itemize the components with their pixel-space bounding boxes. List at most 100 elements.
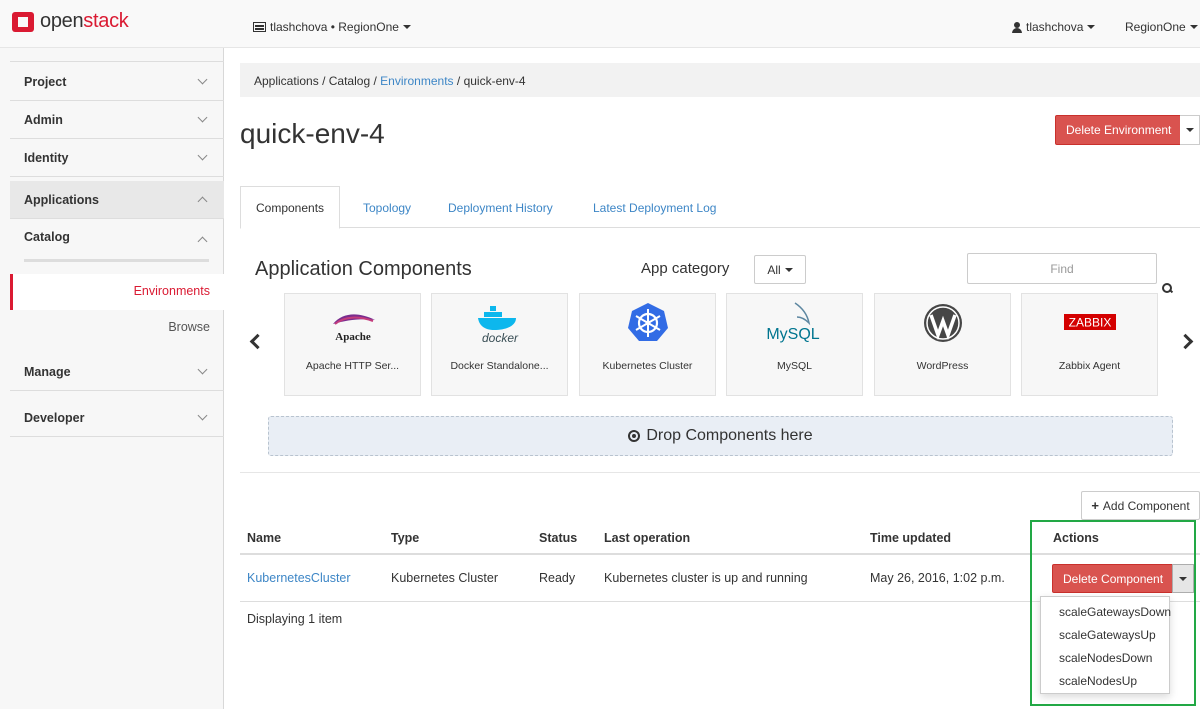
apache-feather-icon: Apache	[285, 302, 420, 344]
table-footer-count: Displaying 1 item	[247, 612, 343, 626]
kubernetes-helm-icon	[580, 302, 715, 344]
sidebar-item-applications[interactable]: Applications	[10, 181, 224, 219]
chevron-down-icon	[197, 364, 208, 375]
delete-component-button[interactable]: Delete Component	[1052, 564, 1175, 593]
user-icon	[1012, 21, 1022, 33]
app-tile-apache[interactable]: Apache Apache HTTP Ser...	[284, 293, 421, 396]
component-type: Kubernetes Cluster	[391, 571, 499, 585]
tab-deployment-history[interactable]: Deployment History	[448, 186, 553, 228]
menu-item-scale-nodes-up[interactable]: scaleNodesUp	[1041, 670, 1169, 693]
sidebar: Project Admin Identity Applications Cata…	[0, 48, 224, 709]
column-header-time-updated[interactable]: Time updated	[870, 531, 951, 545]
sidebar-item-browse[interactable]: Browse	[10, 320, 224, 340]
app-tile-label: Docker Standalone...	[450, 360, 549, 372]
plus-icon: +	[1091, 498, 1099, 513]
chevron-up-icon	[197, 236, 208, 247]
carousel-prev-icon[interactable]	[248, 333, 262, 349]
app-tile-label: MySQL	[776, 360, 812, 372]
app-tile-docker[interactable]: docker Docker Standalone...	[431, 293, 568, 396]
chevron-up-icon	[197, 196, 208, 207]
breadcrumb-applications: Applications	[254, 74, 319, 88]
chevron-down-icon	[197, 112, 208, 123]
component-actions-menu: scaleGatewaysDown scaleGatewaysUp scaleN…	[1040, 596, 1171, 694]
component-actions-dropdown-toggle[interactable]	[1172, 564, 1194, 593]
breadcrumb-catalog: Catalog	[328, 74, 371, 88]
component-status: Ready	[539, 571, 576, 585]
svg-text:ZABBIX: ZABBIX	[1068, 316, 1111, 330]
chevron-down-icon	[197, 150, 208, 161]
tab-latest-deployment-log[interactable]: Latest Deployment Log	[593, 186, 716, 228]
caret-down-icon	[1179, 576, 1187, 581]
breadcrumb-current: quick-env-4	[463, 74, 526, 88]
app-tile-label: Apache HTTP Ser...	[305, 360, 400, 372]
docker-whale-icon: docker	[432, 302, 567, 344]
sidebar-item-environments[interactable]: Environments	[10, 274, 224, 310]
openstack-logo-icon	[12, 11, 34, 32]
component-last-operation: Kubernetes cluster is up and running	[604, 571, 808, 585]
project-selector[interactable]: tlashchova • RegionOne	[253, 20, 411, 34]
tab-topology[interactable]: Topology	[363, 186, 411, 228]
breadcrumb-environments[interactable]: Environments	[380, 74, 453, 88]
caret-down-icon	[1189, 25, 1198, 29]
search-icon[interactable]	[1162, 283, 1172, 293]
region-menu[interactable]: RegionOne	[1125, 20, 1198, 34]
app-category-label: App category	[641, 260, 730, 277]
caret-down-icon	[402, 25, 411, 29]
sidebar-item-project[interactable]: Project	[10, 63, 224, 101]
component-name-link[interactable]: KubernetesCluster	[247, 571, 351, 585]
components-section-title: Application Components	[255, 258, 472, 280]
chevron-down-icon	[197, 410, 208, 421]
app-tile-wordpress[interactable]: WordPress	[874, 293, 1011, 396]
svg-text:Apache: Apache	[335, 331, 371, 343]
carousel-next-icon[interactable]	[1180, 333, 1194, 349]
component-time-updated: May 26, 2016, 1:02 p.m.	[870, 571, 1005, 585]
sidebar-item-admin[interactable]: Admin	[10, 101, 224, 139]
app-tile-zabbix[interactable]: ZABBIX Zabbix Agent	[1021, 293, 1158, 396]
caret-down-icon	[784, 267, 793, 272]
column-header-name[interactable]: Name	[247, 531, 281, 545]
environment-tabs: Components Topology Deployment History L…	[240, 186, 1200, 229]
project-list-icon	[253, 22, 266, 32]
user-menu[interactable]: tlashchova	[1012, 20, 1096, 34]
caret-down-icon	[1185, 128, 1194, 132]
menu-item-scale-gateways-up[interactable]: scaleGatewaysUp	[1041, 624, 1169, 647]
menu-item-scale-nodes-down[interactable]: scaleNodesDown	[1041, 647, 1169, 670]
sidebar-item-identity[interactable]: Identity	[10, 139, 224, 177]
page-title: quick-env-4	[240, 118, 385, 149]
user-name: tlashchova	[1026, 20, 1084, 34]
app-tile-label: Kubernetes Cluster	[602, 360, 693, 372]
sidebar-item-manage[interactable]: Manage	[10, 353, 224, 391]
delete-environment-button[interactable]: Delete Environment	[1055, 115, 1183, 145]
target-icon	[628, 430, 641, 442]
openstack-logo[interactable]: openstack	[12, 10, 129, 33]
delete-environment-dropdown-toggle[interactable]	[1180, 115, 1200, 145]
sidebar-item-developer[interactable]: Developer	[10, 399, 224, 437]
app-category-select[interactable]: All	[754, 255, 806, 284]
logo-text: openstack	[40, 10, 129, 32]
top-navbar: openstack tlashchova • RegionOne tlashch…	[0, 0, 1200, 48]
app-tile-kubernetes[interactable]: Kubernetes Cluster	[579, 293, 716, 396]
drop-zone-label: Drop Components here	[646, 427, 813, 444]
drop-components-zone[interactable]: Drop Components here	[268, 416, 1173, 456]
svg-text:MySQL: MySQL	[767, 326, 820, 343]
find-input[interactable]	[967, 253, 1157, 284]
app-tile-label: WordPress	[916, 360, 969, 372]
caret-down-icon	[1087, 25, 1096, 29]
region-name: RegionOne	[1125, 20, 1186, 34]
app-tile-label: Zabbix Agent	[1058, 360, 1121, 372]
app-tile-mysql[interactable]: MySQL MySQL	[726, 293, 863, 396]
zabbix-icon: ZABBIX	[1022, 302, 1157, 344]
svg-text:docker: docker	[481, 331, 518, 344]
table-header-row: Name Type Status Last operation Time upd…	[240, 520, 1200, 555]
mysql-dolphin-icon: MySQL	[727, 302, 862, 344]
breadcrumb: Applications / Catalog / Environments / …	[240, 63, 1200, 97]
column-header-actions: Actions	[1053, 531, 1099, 545]
wordpress-icon	[875, 302, 1010, 344]
column-header-status[interactable]: Status	[539, 531, 577, 545]
column-header-last-operation[interactable]: Last operation	[604, 531, 690, 545]
add-component-button[interactable]: + Add Component	[1081, 491, 1200, 520]
menu-item-scale-gateways-down[interactable]: scaleGatewaysDown	[1041, 601, 1171, 624]
column-header-type[interactable]: Type	[391, 531, 419, 545]
project-selector-label: tlashchova • RegionOne	[270, 20, 399, 34]
tab-components[interactable]: Components	[240, 186, 341, 229]
